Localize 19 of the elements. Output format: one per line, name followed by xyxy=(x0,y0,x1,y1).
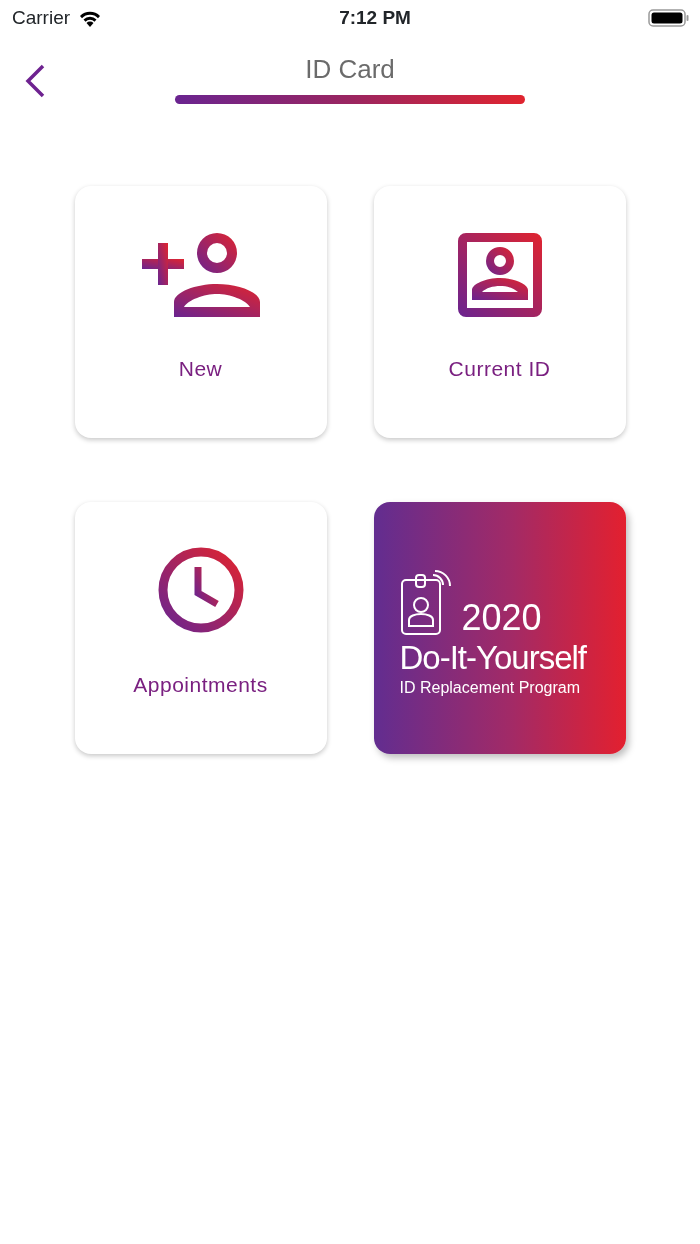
battery-icon xyxy=(648,8,690,28)
clock-time: 7:12 PM xyxy=(339,5,411,30)
banner-subtitle: ID Replacement Program xyxy=(399,678,581,699)
id-card-icon xyxy=(457,232,542,317)
carrier-name: Carrier xyxy=(12,5,71,30)
menu-tile[interactable]: Appointments xyxy=(74,502,327,754)
wifi-icon xyxy=(78,9,103,27)
promo-banner[interactable]: 2020 Do-It-Yourself ID Replacement Program xyxy=(373,502,626,754)
menu-tile[interactable]: Current ID xyxy=(373,186,626,438)
screen-title: ID Card xyxy=(305,53,395,86)
tile-label: Appointments xyxy=(133,671,268,698)
tile-label: Current ID xyxy=(448,355,551,382)
banner-title: Do-It-Yourself xyxy=(399,640,588,677)
id-badge-icon xyxy=(399,570,454,636)
clock-icon xyxy=(157,546,244,633)
banner-year: 2020 xyxy=(461,600,542,636)
add-person-icon xyxy=(141,230,260,317)
menu-tile[interactable]: New xyxy=(74,186,327,438)
tile-label: New xyxy=(178,355,223,382)
